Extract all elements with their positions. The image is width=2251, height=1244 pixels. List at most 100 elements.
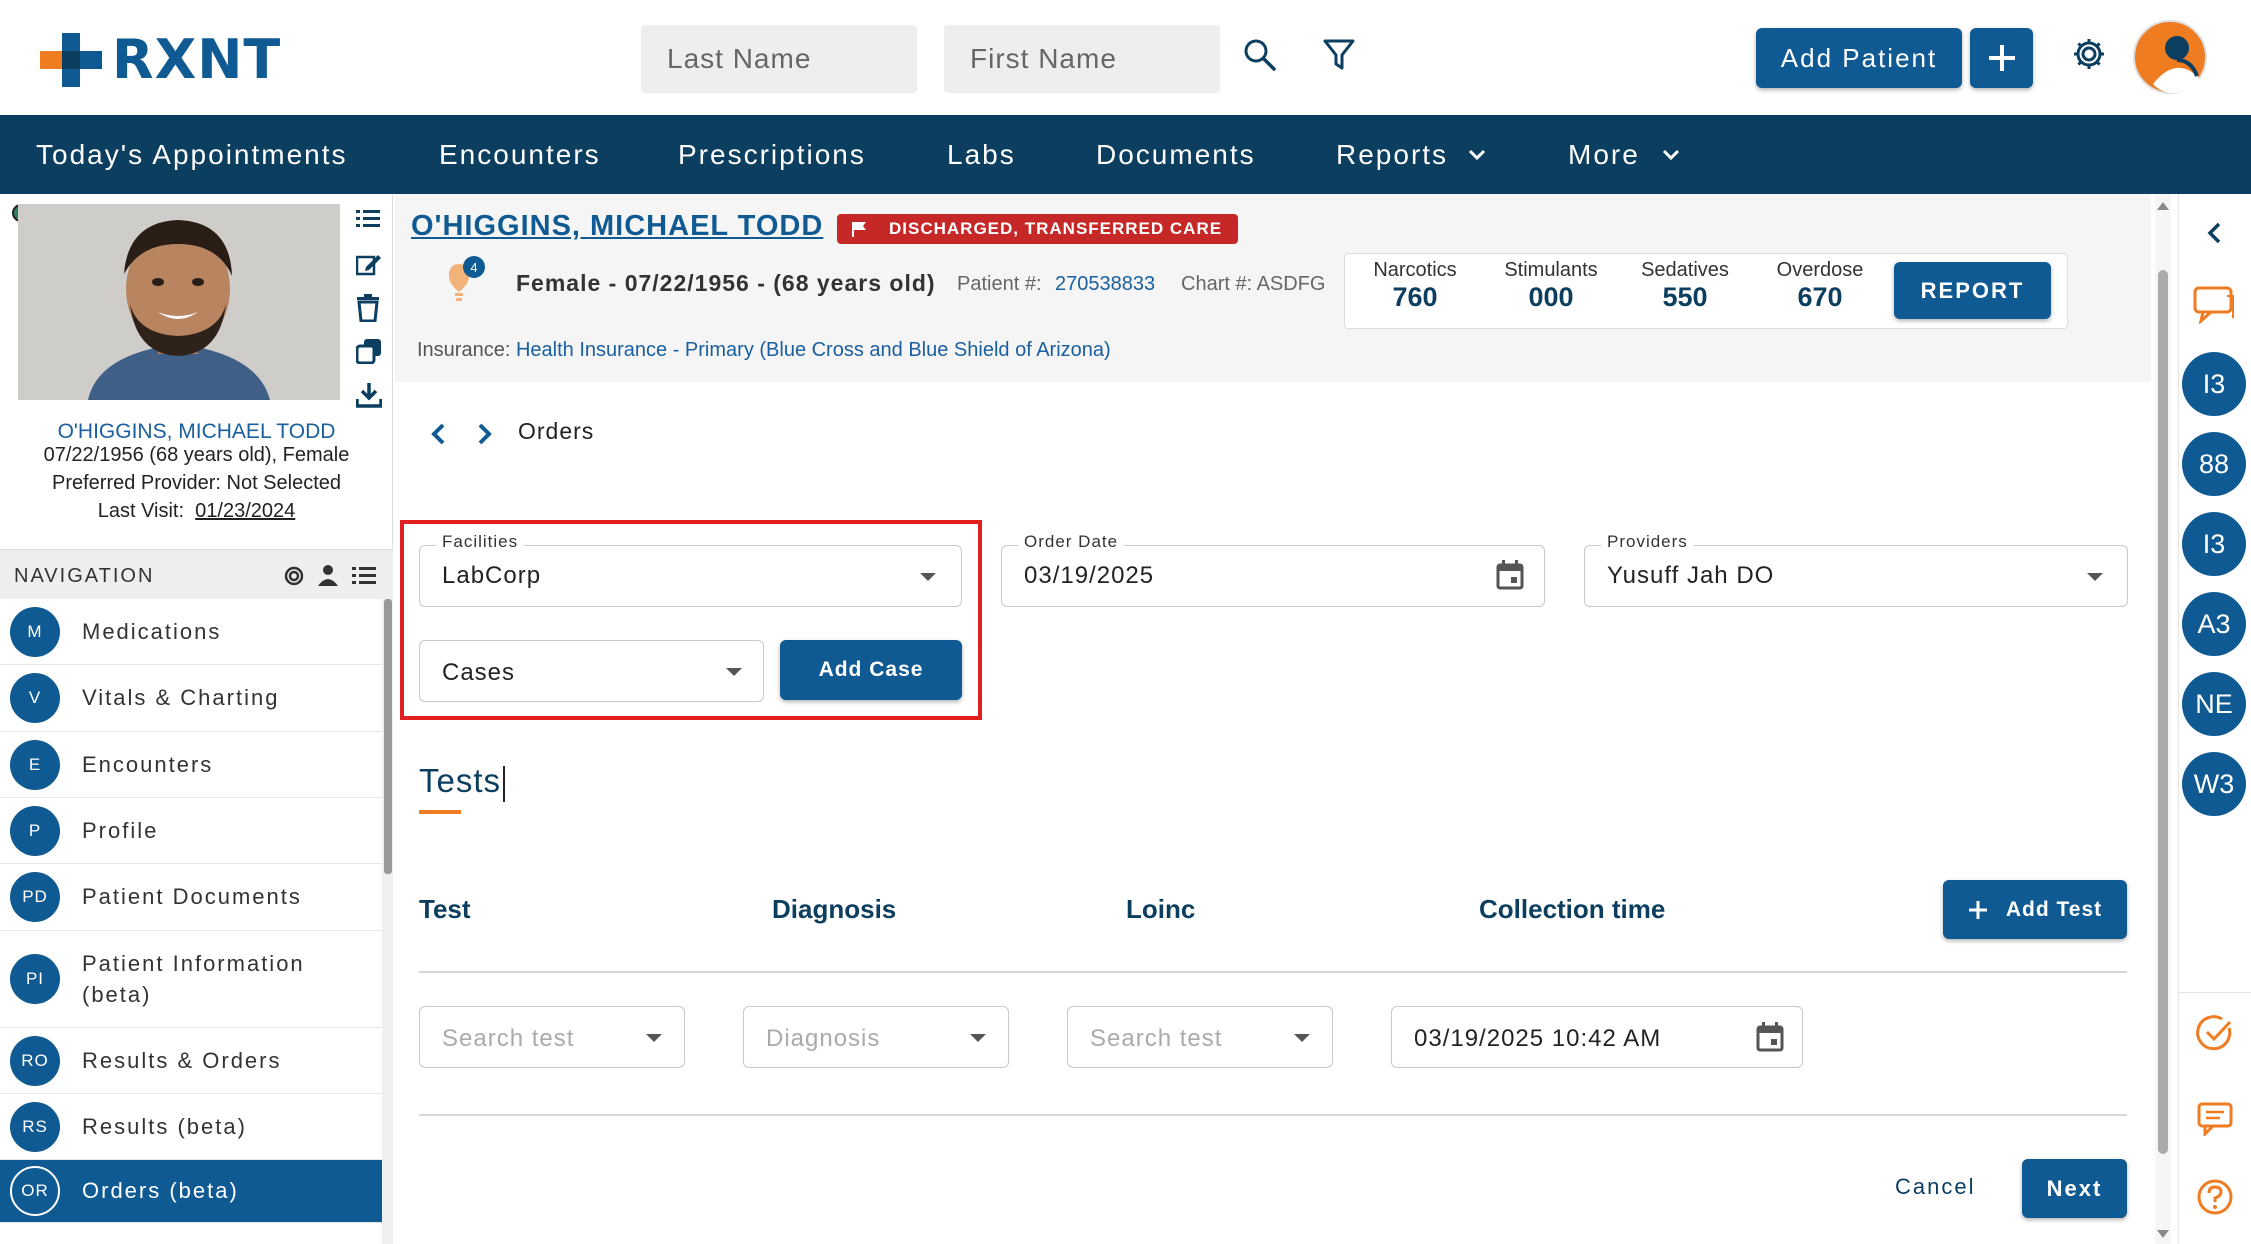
diagnosis-select[interactable]: Diagnosis — [743, 1006, 1009, 1068]
calendar-icon[interactable] — [1496, 560, 1524, 590]
nav-label: Encounters — [82, 751, 214, 777]
filter-icon[interactable] — [1323, 38, 1355, 72]
left-nav-encounters[interactable]: E Encounters — [0, 732, 382, 798]
scroll-down-arrow[interactable] — [2157, 1230, 2169, 1238]
tests-underline — [419, 810, 461, 814]
gear-icon[interactable] — [2071, 36, 2107, 72]
last-name-input[interactable]: Last Name — [641, 25, 917, 93]
patient-header-name[interactable]: O'HIGGINS, MICHAEL TODD — [411, 210, 823, 243]
breadcrumb-current: Orders — [518, 418, 595, 444]
user-badge-ne[interactable]: NE — [2182, 672, 2246, 736]
chevron-left-icon[interactable] — [430, 423, 446, 445]
order-date-field[interactable]: Order Date 03/19/2025 — [1001, 532, 1545, 607]
main-scrollbar[interactable] — [2155, 194, 2171, 1244]
main-scrollbar-thumb[interactable] — [2158, 270, 2168, 1154]
column-collection-time: Collection time — [1479, 894, 1666, 924]
alerts-icon[interactable]: 4 — [445, 256, 485, 304]
help-icon[interactable] — [2196, 1178, 2234, 1216]
column-test: Test — [419, 894, 471, 924]
add-case-button[interactable]: Add Case — [780, 640, 962, 700]
patient-card-name[interactable]: O'HIGGINS, MICHAEL TODD — [0, 420, 393, 444]
nav-reports[interactable]: Reports — [1336, 139, 1486, 171]
left-nav-scrollbar-thumb[interactable] — [384, 599, 392, 874]
patient-number[interactable]: 270538833 — [1055, 273, 1155, 296]
chevron-left-icon[interactable] — [2207, 222, 2221, 244]
report-button[interactable]: REPORT — [1894, 262, 2051, 319]
check-circle-icon[interactable] — [2196, 1014, 2234, 1052]
nav-todays-appointments[interactable]: Today's Appointments — [36, 139, 348, 171]
chevron-right-icon[interactable] — [477, 423, 493, 445]
edit-icon[interactable] — [356, 252, 382, 276]
user-avatar[interactable] — [2133, 20, 2207, 94]
nav-documents[interactable]: Documents — [1096, 139, 1256, 171]
left-nav-orders-beta[interactable]: OR Orders (beta) — [0, 1160, 382, 1223]
left-nav-profile[interactable]: P Profile — [0, 798, 382, 864]
collection-time-value: 03/19/2025 10:42 AM — [1414, 1025, 1662, 1052]
caret-down-icon — [970, 1034, 986, 1042]
nav-prescriptions[interactable]: Prescriptions — [678, 139, 866, 171]
left-nav-patient-information[interactable]: PI Patient Information (beta) — [0, 931, 382, 1028]
scroll-up-arrow[interactable] — [2157, 202, 2169, 210]
loinc-select[interactable]: Search test — [1067, 1006, 1333, 1068]
first-name-input[interactable]: First Name — [944, 25, 1220, 93]
divider — [2179, 992, 2251, 993]
trash-icon[interactable] — [356, 294, 380, 322]
patient-photo — [18, 204, 340, 400]
nav-more-label: More — [1568, 139, 1640, 170]
facilities-value: LabCorp — [442, 562, 542, 589]
left-nav-results-beta[interactable]: RS Results (beta) — [0, 1094, 382, 1160]
insurance-row: Insurance: Health Insurance - Primary (B… — [395, 339, 1111, 362]
facilities-select[interactable]: Facilities LabCorp — [419, 532, 962, 607]
column-diagnosis: Diagnosis — [772, 894, 897, 924]
nav-badge: PI — [10, 954, 60, 1004]
order-date-label: Order Date — [1018, 532, 1125, 552]
providers-select[interactable]: Providers Yusuff Jah DO — [1584, 532, 2128, 607]
insurance-value[interactable]: Health Insurance - Primary (Blue Cross a… — [516, 339, 1111, 361]
nav-more[interactable]: More — [1568, 139, 1680, 171]
gear-icon[interactable] — [283, 565, 305, 587]
person-icon[interactable] — [317, 564, 339, 586]
copy-icon[interactable] — [356, 338, 382, 364]
user-badge-i3[interactable]: I3 — [2182, 352, 2246, 416]
user-badge-a3[interactable]: A3 — [2182, 592, 2246, 656]
nav-badge: V — [10, 673, 60, 723]
calendar-icon[interactable] — [1756, 1022, 1784, 1052]
add-test-button[interactable]: Add Test — [1943, 880, 2127, 939]
last-visit-date[interactable]: 01/23/2024 — [195, 500, 295, 522]
last-visit-label: Last Visit: — [97, 500, 185, 522]
left-nav-results-orders[interactable]: RO Results & Orders — [0, 1028, 382, 1094]
search-icon[interactable] — [1243, 38, 1277, 72]
pdmp-scores-panel: Narcotics 760 Stimulants 000 Sedatives 5… — [1344, 253, 2068, 329]
add-button[interactable] — [1970, 28, 2033, 88]
list-icon[interactable] — [352, 566, 376, 586]
caret-down-icon — [920, 573, 936, 581]
user-badge-i3-2[interactable]: I3 — [2182, 512, 2246, 576]
test-search-select[interactable]: Search test — [419, 1006, 685, 1068]
download-icon[interactable] — [356, 382, 382, 408]
left-nav-patient-documents[interactable]: PD Patient Documents — [0, 864, 382, 931]
nav-encounters[interactable]: Encounters — [439, 139, 601, 171]
nav-labs[interactable]: Labs — [947, 139, 1016, 171]
nav-label: Vitals & Charting — [82, 685, 280, 710]
user-badge-w3[interactable]: W3 — [2182, 752, 2246, 816]
left-nav-medications[interactable]: M Medications — [0, 599, 382, 665]
chat-icon[interactable] — [2193, 286, 2235, 324]
cases-placeholder: Cases — [442, 659, 516, 686]
left-nav-vitals-charting[interactable]: V Vitals & Charting — [0, 665, 382, 732]
cancel-button[interactable]: Cancel — [1895, 1174, 1975, 1200]
status-badge: DISCHARGED, TRANSFERRED CARE — [837, 214, 1239, 244]
user-badge-88[interactable]: 88 — [2182, 432, 2246, 496]
nav-label: Results & Orders — [82, 1047, 282, 1073]
add-patient-button[interactable]: Add Patient — [1756, 28, 1962, 88]
rxnt-logo[interactable]: RXNT — [40, 28, 281, 91]
next-button[interactable]: Next — [2022, 1159, 2127, 1218]
nav-label: Patient Documents — [82, 884, 302, 909]
message-icon[interactable] — [2197, 1102, 2233, 1136]
score-value: 670 — [1797, 282, 1843, 312]
list-icon[interactable] — [356, 208, 380, 230]
nav-label: Profile — [82, 817, 159, 843]
top-bar: RXNT Last Name First Name Add Patient — [0, 0, 2251, 115]
collection-time-field[interactable]: 03/19/2025 10:42 AM — [1391, 1006, 1803, 1068]
cases-select[interactable]: Cases — [419, 640, 764, 702]
patient-card-last-visit: Last Visit: 01/23/2024 — [0, 500, 393, 523]
